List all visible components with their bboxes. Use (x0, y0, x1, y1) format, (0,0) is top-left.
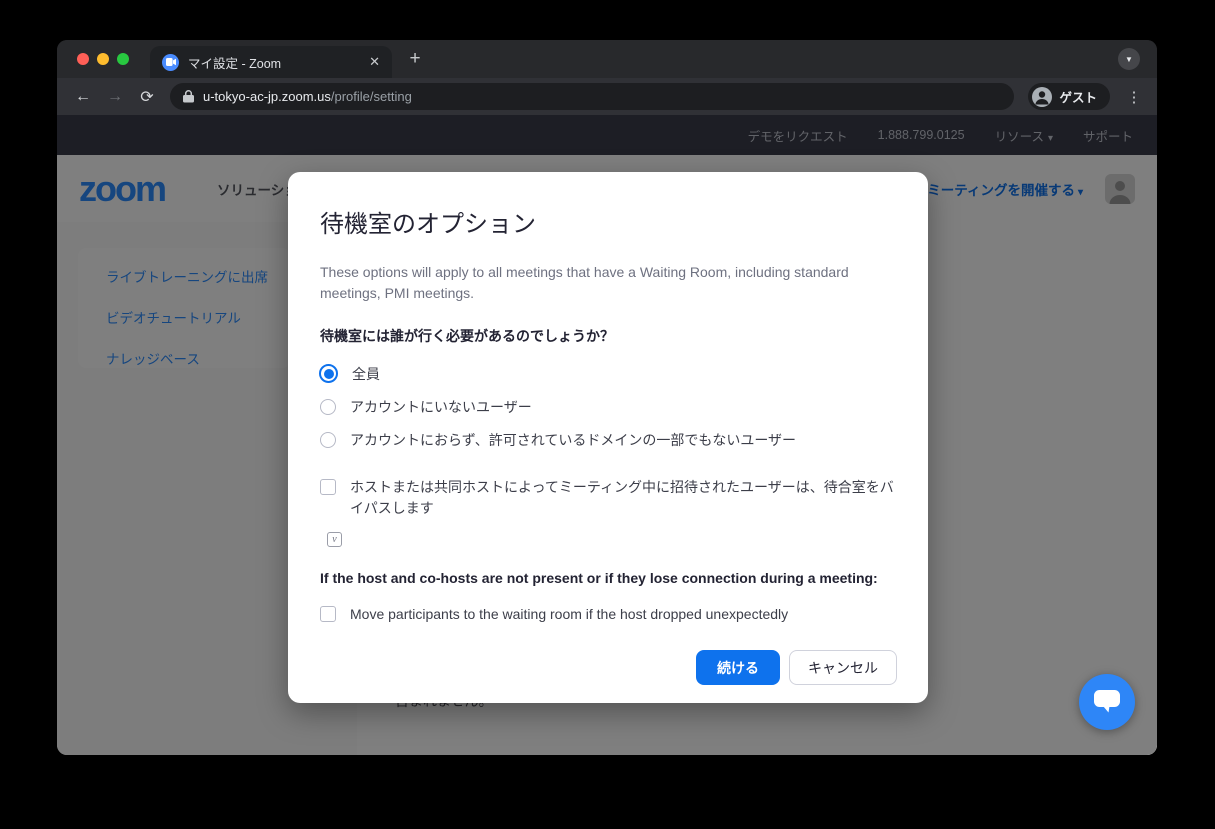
profile-guest-button[interactable]: ゲスト (1028, 83, 1110, 110)
browser-menu-icon[interactable]: ⋮ (1124, 88, 1144, 106)
browser-toolbar: ← → ⟳ u-tokyo-ac-jp.zoom.us/profile/sett… (57, 78, 1157, 115)
guest-avatar-icon (1032, 87, 1052, 107)
checkbox-icon[interactable] (320, 606, 336, 622)
radio-icon[interactable] (320, 432, 336, 448)
radio-option-users-not-in-domain[interactable]: アカウントにおらず、許可されているドメインの一部でもないユーザー (320, 430, 896, 450)
continue-button[interactable]: 続ける (696, 650, 780, 685)
dialog-description: These options will apply to all meetings… (320, 262, 868, 304)
dialog-title: 待機室のオプション (320, 204, 896, 239)
tab-title: マイ設定 - Zoom (188, 53, 360, 72)
dialog-actions: 続ける キャンセル (696, 650, 897, 685)
tab-search-menu-button[interactable]: ▼ (1118, 48, 1140, 70)
reload-icon[interactable]: ⟳ (134, 84, 160, 110)
chat-widget-button[interactable] (1079, 674, 1135, 730)
guest-label: ゲスト (1059, 87, 1097, 106)
dialog-question: 待機室には誰が行く必要があるのでしょうか？ (320, 326, 896, 346)
lock-icon (183, 90, 194, 103)
window-controls (77, 53, 129, 65)
url-host: u-tokyo-ac-jp.zoom.us (203, 89, 331, 104)
radio-option-everyone[interactable]: 全員 (320, 364, 896, 384)
caret-down-icon: ▼ (1125, 55, 1133, 64)
radio-icon[interactable] (319, 364, 338, 383)
bypass-waiting-room-checkbox-row[interactable]: ホストまたは共同ホストによってミーティング中に招待されたユーザーは、待合室をバイ… (320, 477, 896, 519)
radio-icon[interactable] (320, 399, 336, 415)
checkbox-icon[interactable] (320, 479, 336, 495)
minimize-window-button[interactable] (97, 53, 109, 65)
tab-strip: マイ設定 - Zoom ✕ + ▼ (57, 40, 1157, 78)
cancel-button[interactable]: キャンセル (789, 650, 897, 685)
address-bar[interactable]: u-tokyo-ac-jp.zoom.us/profile/setting (170, 83, 1014, 110)
url-path: /profile/setting (331, 89, 412, 104)
tab-close-icon[interactable]: ✕ (369, 54, 380, 70)
waiting-room-options-dialog: 待機室のオプション These options will apply to al… (288, 172, 928, 703)
zoom-favicon-icon (162, 54, 179, 71)
host-absent-heading: If the host and co-hosts are not present… (320, 570, 896, 586)
radio-option-users-not-in-account[interactable]: アカウントにいないユーザー (320, 397, 896, 417)
move-participants-checkbox-row[interactable]: Move participants to the waiting room if… (320, 604, 896, 625)
forward-icon[interactable]: → (102, 84, 128, 110)
page-viewport: デモをリクエスト 1.888.799.0125 リソース▾ サポート zoom … (57, 115, 1157, 755)
browser-window: マイ設定 - Zoom ✕ + ▼ ← → ⟳ u-tokyo-ac-jp.zo… (57, 40, 1157, 755)
fullscreen-window-button[interactable] (117, 53, 129, 65)
chat-bubble-icon (1094, 690, 1120, 714)
back-icon[interactable]: ← (70, 84, 96, 110)
new-tab-button[interactable]: + (403, 47, 427, 71)
browser-tab[interactable]: マイ設定 - Zoom ✕ (150, 46, 392, 78)
close-window-button[interactable] (77, 53, 89, 65)
broken-image-icon: v (327, 532, 342, 547)
url-text: u-tokyo-ac-jp.zoom.us/profile/setting (203, 89, 412, 104)
